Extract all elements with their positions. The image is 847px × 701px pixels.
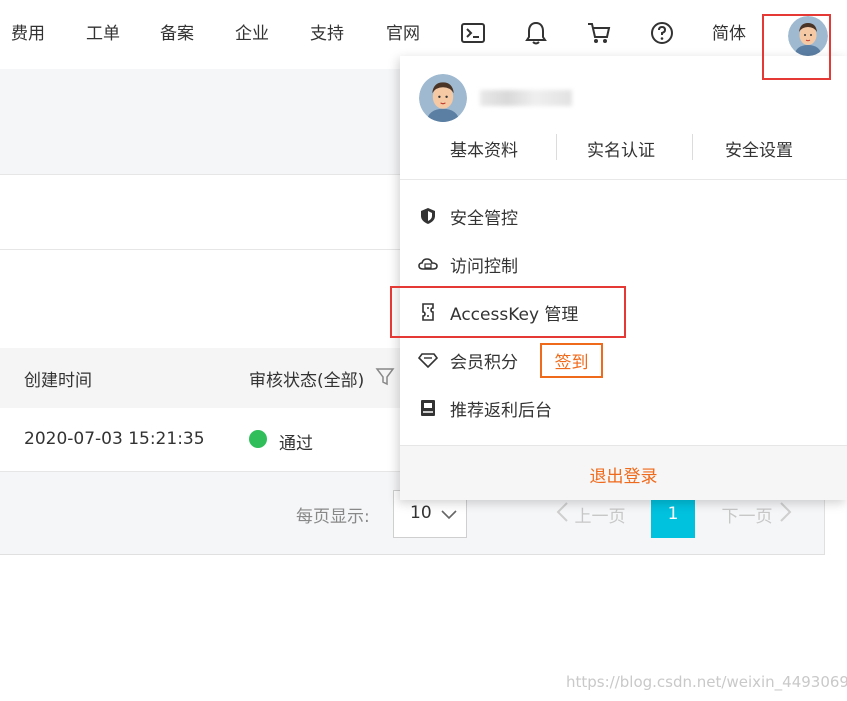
column-header-status[interactable]: 审核状态(全部) xyxy=(249,366,364,391)
status-badge: 通过 xyxy=(279,434,313,454)
shield-icon xyxy=(418,206,438,226)
cloud-icon xyxy=(418,254,438,274)
chevron-left-icon xyxy=(555,501,569,528)
menu-item-security-control[interactable]: 安全管控 xyxy=(418,203,518,229)
nav-billing[interactable]: 费用 xyxy=(11,22,45,46)
created-time: 2020-07-03 15:21:35 xyxy=(24,429,205,449)
book-icon xyxy=(418,398,438,418)
prev-page-label: 上一页 xyxy=(574,506,626,527)
nav-ticket[interactable]: 工单 xyxy=(86,22,120,46)
menu-item-access-control[interactable]: 访问控制 xyxy=(418,251,518,277)
separator xyxy=(692,134,693,160)
column-header-created: 创建时间 xyxy=(24,371,92,391)
dropdown-footer: 退出登录 xyxy=(400,445,847,500)
status-dot-icon xyxy=(249,430,267,448)
cart-icon[interactable] xyxy=(586,20,612,46)
next-page-label: 下一页 xyxy=(721,506,773,527)
diamond-icon xyxy=(418,350,438,370)
chevron-down-icon xyxy=(440,505,458,527)
watermark: https://blog.csdn.net/weixin_44930692 xyxy=(566,673,847,691)
checkin-button[interactable]: 签到 xyxy=(540,343,603,378)
username-redacted xyxy=(480,90,572,106)
language-switch[interactable]: 简体 xyxy=(712,22,746,46)
annotation-box-avatar xyxy=(762,14,831,80)
logout-button[interactable]: 退出登录 xyxy=(400,462,847,487)
menu-item-points[interactable]: 会员积分 xyxy=(418,347,518,373)
annotation-box-accesskey xyxy=(390,286,626,338)
filter-icon[interactable] xyxy=(375,366,395,390)
help-icon[interactable] xyxy=(649,20,675,46)
avatar xyxy=(419,74,467,122)
nav-support[interactable]: 支持 xyxy=(310,22,344,46)
per-page-value: 10 xyxy=(410,503,432,523)
chevron-right-icon xyxy=(779,501,793,528)
separator xyxy=(556,134,557,160)
terminal-icon[interactable] xyxy=(460,20,486,46)
nav-icp[interactable]: 备案 xyxy=(160,22,194,46)
security-settings-link[interactable]: 安全设置 xyxy=(725,136,793,161)
profile-link[interactable]: 基本资料 xyxy=(450,136,518,161)
per-page-label: 每页显示: xyxy=(296,507,370,527)
menu-item-referral[interactable]: 推荐返利后台 xyxy=(418,395,552,421)
nav-website[interactable]: 官网 xyxy=(386,22,420,46)
bell-icon[interactable] xyxy=(523,20,549,46)
nav-enterprise[interactable]: 企业 xyxy=(235,22,269,46)
user-dropdown-menu: 基本资料 实名认证 安全设置 安全管控 访问控制 AccessKey 管理 会员… xyxy=(400,56,847,500)
divider xyxy=(400,179,847,180)
verification-link[interactable]: 实名认证 xyxy=(587,136,655,161)
